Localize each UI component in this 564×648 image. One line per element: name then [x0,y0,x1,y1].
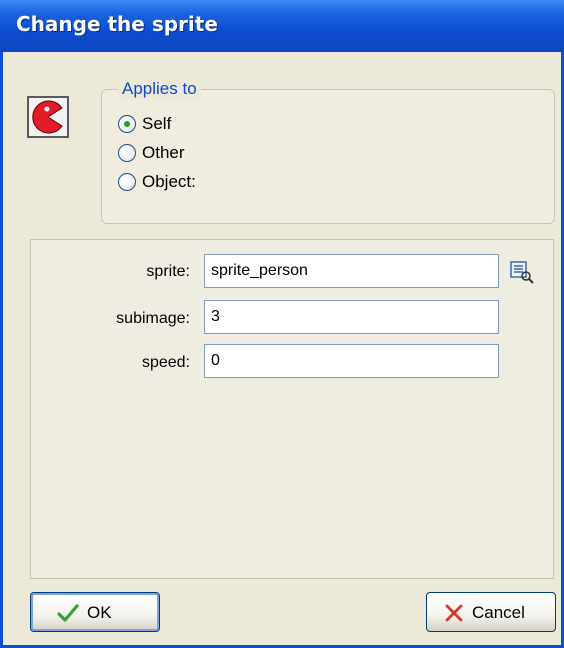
speed-field[interactable]: 0 [204,344,499,378]
close-icon [443,602,465,624]
radio-object-label: Object: [142,172,196,191]
ok-label: OK [87,603,112,622]
radio-button[interactable] [118,173,136,191]
radio-selected-dot [124,121,130,127]
dialog-window: Change the sprite Applies to Self Other … [0,0,564,648]
check-icon [57,602,79,624]
radio-other-label: Other [142,143,185,162]
applies-to-legend: Applies to [118,79,201,99]
cancel-button[interactable]: Cancel [426,592,556,632]
parameters-panel [30,239,554,579]
radio-button[interactable] [118,115,136,133]
sprite-field[interactable]: sprite_person [204,254,499,288]
subimage-field[interactable]: 3 [204,300,499,334]
window-title: Change the sprite [16,12,218,36]
sprite-label: sprite: [146,263,190,280]
subimage-label: subimage: [116,310,190,327]
sprite-browse-icon[interactable] [509,259,535,285]
pacman-sprite-icon [27,96,69,138]
title-bar[interactable]: Change the sprite [0,0,564,52]
ok-button[interactable]: OK [30,592,160,632]
radio-self-label: Self [142,114,172,133]
radio-button[interactable] [118,144,136,162]
speed-label: speed: [141,354,190,371]
cancel-label: Cancel [472,603,525,622]
